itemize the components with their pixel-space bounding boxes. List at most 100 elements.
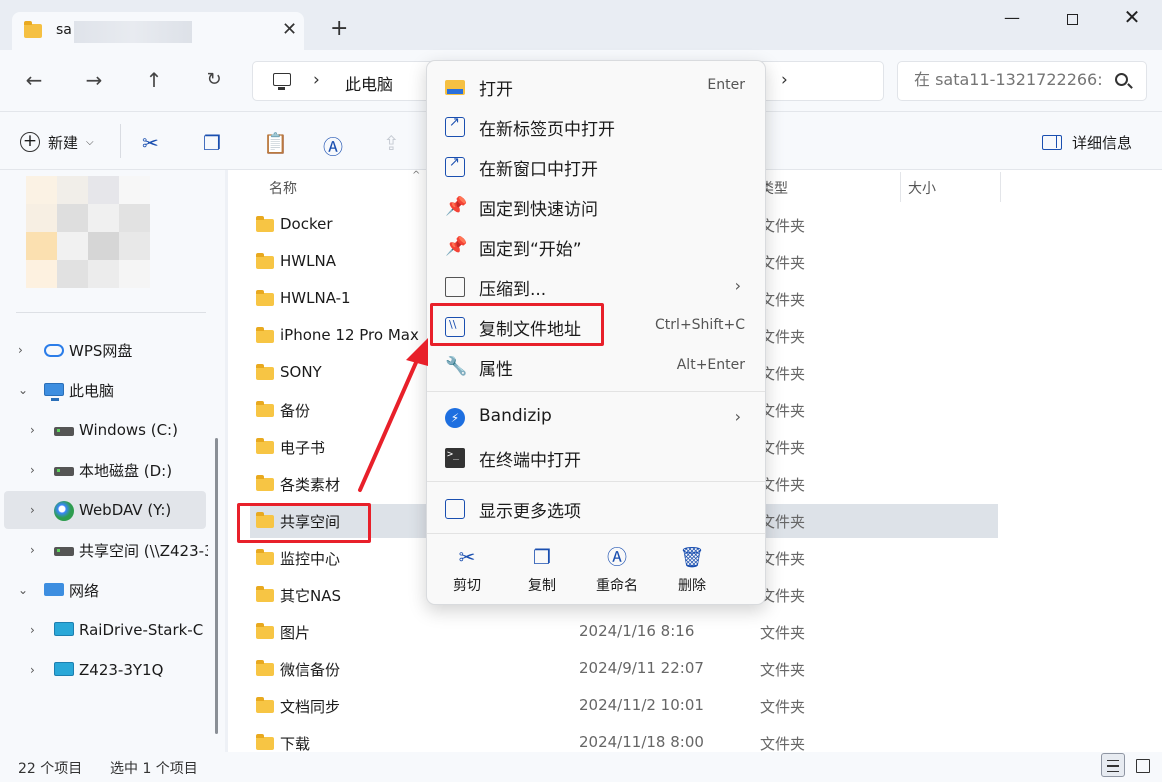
menu-item-open-new-tab[interactable]: 在新标签页中打开 bbox=[431, 107, 763, 145]
copy-icon[interactable]: ❐ bbox=[203, 131, 221, 155]
folder-icon bbox=[256, 253, 274, 269]
sidebar-divider bbox=[16, 312, 206, 313]
menu-item-pin-start[interactable]: 📌 固定到“开始” bbox=[431, 227, 763, 265]
minimize-button[interactable]: — bbox=[990, 8, 1034, 34]
sidebar-item-drive-d[interactable]: › 本地磁盘 (D:) bbox=[0, 451, 208, 489]
sidebar-item-label: Windows (C:) bbox=[79, 421, 178, 439]
chevron-down-icon[interactable]: ⌄ bbox=[18, 383, 28, 397]
annotation-arrow bbox=[358, 338, 428, 492]
copy-button[interactable]: ❐ 复制 bbox=[512, 545, 572, 595]
menu-separator bbox=[427, 533, 765, 534]
menu-item-shortcut: Alt+Enter bbox=[676, 357, 745, 373]
file-name: 文档同步 bbox=[280, 698, 341, 716]
details-button[interactable]: 详细信息 bbox=[1042, 132, 1132, 153]
menu-item-compress[interactable]: 压缩到... › bbox=[431, 267, 763, 305]
drive-icon bbox=[54, 427, 74, 436]
column-divider[interactable] bbox=[1000, 172, 1001, 202]
paste-icon[interactable]: 📋 bbox=[263, 131, 288, 155]
file-type: 文件夹 bbox=[760, 476, 806, 494]
file-date: 2024/11/18 8:00 bbox=[579, 733, 704, 751]
sidebar-item-shared-space[interactable]: › 共享空间 (\\Z423-3 bbox=[0, 531, 208, 569]
file-type: 文件夹 bbox=[760, 291, 806, 309]
delete-button[interactable]: 🗑 删除 bbox=[662, 545, 722, 595]
share-icon[interactable]: ⇪ bbox=[383, 131, 400, 155]
chevron-right-icon[interactable]: › bbox=[30, 423, 35, 437]
sidebar-item-webdav[interactable]: › WebDAV (Y:) bbox=[4, 491, 206, 529]
sidebar-scrollbar[interactable] bbox=[212, 170, 222, 752]
breadcrumb-this-pc[interactable]: 此电脑 bbox=[345, 71, 393, 95]
refresh-button[interactable]: ↻ bbox=[200, 69, 228, 97]
chevron-down-icon: ⌵ bbox=[86, 136, 94, 148]
sidebar-item-z423[interactable]: › Z423-3Y1Q bbox=[0, 651, 208, 689]
item-count: 22 个项目 bbox=[18, 761, 83, 777]
forward-button[interactable]: → bbox=[80, 68, 108, 96]
menu-item-label: 在新窗口中打开 bbox=[479, 160, 598, 180]
chevron-right-icon[interactable]: › bbox=[30, 463, 35, 477]
file-type: 文件夹 bbox=[760, 254, 806, 272]
file-row[interactable]: 文档同步 2024/11/2 10:01 文件夹 bbox=[250, 689, 998, 723]
cut-button[interactable]: ✂ 剪切 bbox=[437, 545, 497, 595]
menu-item-label: 压缩到... bbox=[479, 280, 547, 300]
scrollbar-thumb[interactable] bbox=[215, 438, 218, 734]
pc-icon bbox=[273, 73, 291, 90]
chevron-right-icon[interactable]: › bbox=[18, 343, 23, 357]
sidebar-item-label: 本地磁盘 (D:) bbox=[79, 461, 173, 480]
sidebar-item-raidrive[interactable]: › RaiDrive-Stark-C bbox=[0, 611, 208, 649]
sidebar-item-label: RaiDrive-Stark-C bbox=[79, 621, 204, 639]
sidebar-item-wps[interactable]: › WPS网盘 bbox=[0, 331, 208, 369]
menu-item-pin-quick-access[interactable]: 📌 固定到快速访问 bbox=[431, 187, 763, 225]
file-row[interactable]: 图片 2024/1/16 8:16 文件夹 bbox=[250, 615, 998, 649]
folder-icon bbox=[256, 586, 274, 602]
maximize-button[interactable] bbox=[1050, 8, 1094, 34]
file-date: 2024/9/11 22:07 bbox=[579, 659, 704, 677]
tiles-view-button[interactable] bbox=[1130, 753, 1154, 777]
file-type: 文件夹 bbox=[760, 661, 806, 679]
toolbar-divider bbox=[120, 124, 121, 158]
up-button[interactable]: ↑ bbox=[140, 68, 168, 96]
sidebar-item-this-pc[interactable]: ⌄ 此电脑 bbox=[0, 371, 208, 409]
close-tab-icon[interactable]: ✕ bbox=[282, 19, 297, 40]
new-window-icon bbox=[445, 155, 465, 177]
sidebar-item-drive-c[interactable]: › Windows (C:) bbox=[0, 411, 208, 449]
chevron-right-icon[interactable]: › bbox=[30, 663, 35, 677]
title-bar: sa ✕ + — ✕ bbox=[0, 0, 1162, 50]
chevron-down-icon[interactable]: ⌄ bbox=[18, 583, 28, 597]
column-header-name[interactable]: 名称 bbox=[269, 178, 297, 198]
menu-item-label: 固定到快速访问 bbox=[479, 200, 598, 220]
file-type: 文件夹 bbox=[760, 550, 806, 568]
search-box[interactable] bbox=[897, 61, 1147, 101]
delete-icon: 🗑 bbox=[679, 545, 705, 569]
column-header-size[interactable]: 大小 bbox=[908, 178, 936, 198]
menu-item-open-terminal[interactable]: 在终端中打开 bbox=[431, 438, 763, 476]
file-type: 文件夹 bbox=[760, 587, 806, 605]
blurred-thumbnail bbox=[26, 176, 150, 288]
column-divider[interactable] bbox=[900, 172, 901, 202]
chevron-right-icon[interactable]: › bbox=[781, 70, 788, 90]
cut-icon[interactable]: ✂ bbox=[142, 131, 159, 155]
folder-icon bbox=[256, 549, 274, 565]
folder-icon bbox=[256, 660, 274, 676]
chevron-right-icon[interactable]: › bbox=[313, 70, 320, 90]
chevron-right-icon[interactable]: › bbox=[30, 503, 35, 517]
tab-active[interactable]: sa ✕ bbox=[12, 12, 304, 50]
file-type: 文件夹 bbox=[760, 735, 806, 753]
chevron-right-icon[interactable]: › bbox=[30, 623, 35, 637]
back-button[interactable]: ← bbox=[20, 68, 48, 96]
menu-item-properties[interactable]: 🔧 属性 Alt+Enter bbox=[431, 347, 763, 385]
details-view-button[interactable] bbox=[1101, 753, 1125, 777]
rename-button[interactable]: Ⓐ 重命名 bbox=[587, 545, 647, 595]
file-row[interactable]: 微信备份 2024/9/11 22:07 文件夹 bbox=[250, 652, 998, 686]
menu-item-more-options[interactable]: 显示更多选项 bbox=[431, 489, 763, 527]
new-button[interactable]: + 新建 ⌵ bbox=[20, 129, 94, 155]
sidebar-item-network[interactable]: ⌄ 网络 bbox=[0, 571, 208, 609]
menu-item-bandizip[interactable]: ⚡ Bandizip › bbox=[431, 398, 763, 436]
rename-icon[interactable]: Ⓐ bbox=[323, 131, 343, 160]
chevron-right-icon[interactable]: › bbox=[30, 543, 35, 557]
search-input[interactable] bbox=[914, 70, 1114, 89]
menu-item-label: 属性 bbox=[479, 360, 513, 380]
monitor-icon bbox=[54, 662, 74, 676]
menu-item-open-new-window[interactable]: 在新窗口中打开 bbox=[431, 147, 763, 185]
menu-item-open[interactable]: 打开 Enter bbox=[431, 67, 763, 105]
new-tab-button[interactable]: + bbox=[330, 16, 348, 41]
close-window-button[interactable]: ✕ bbox=[1110, 5, 1154, 31]
